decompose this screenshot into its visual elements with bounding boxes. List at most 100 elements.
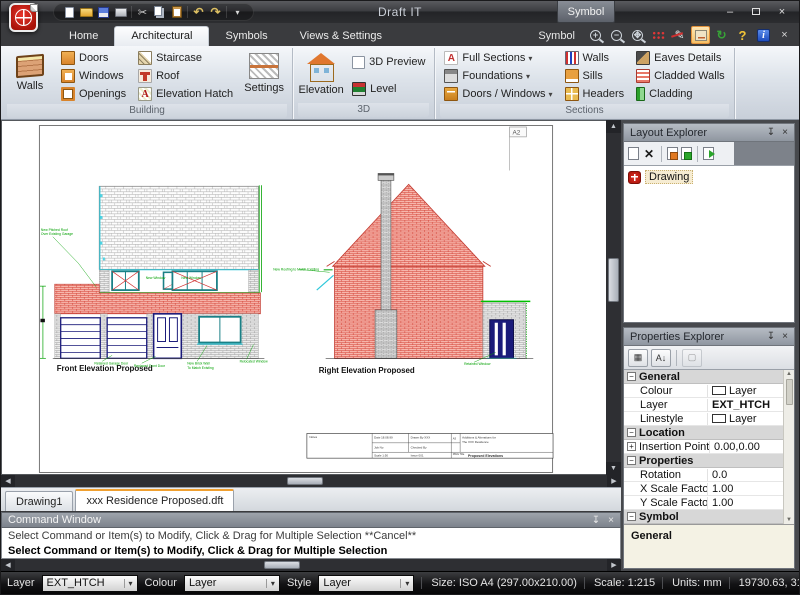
canvas-vertical-scrollbar[interactable]: ▲ ▼ xyxy=(606,120,621,475)
refresh-icon[interactable]: ↻ xyxy=(712,26,731,44)
copy-icon[interactable] xyxy=(151,4,168,20)
scroll-up-icon[interactable]: ▲ xyxy=(786,371,792,377)
collapse-icon[interactable]: − xyxy=(627,456,636,465)
tab-architectural[interactable]: Architectural xyxy=(114,26,209,46)
vertical-scroll-thumb[interactable] xyxy=(608,258,619,302)
grid-scroll-thumb[interactable] xyxy=(786,379,793,405)
canvas-horizontal-scrollbar[interactable]: ◀ ▶ xyxy=(1,475,621,487)
eaves-details-button[interactable]: Eaves Details xyxy=(632,49,729,67)
doc-tab-drawing1[interactable]: Drawing1 xyxy=(5,491,73,511)
paste-icon[interactable] xyxy=(168,4,185,20)
category-properties[interactable]: −Properties xyxy=(624,454,783,468)
drawing-canvas[interactable]: A2 xyxy=(1,120,606,475)
windows-button[interactable]: Windows xyxy=(57,67,130,85)
alphabetical-sort-icon[interactable]: A↓ xyxy=(651,349,671,367)
property-row-rotation[interactable]: Rotation0.0 xyxy=(624,468,783,482)
command-window-titlebar[interactable]: Command Window ↧× xyxy=(1,512,621,528)
refresh-layout-icon[interactable] xyxy=(681,147,692,160)
headers-button[interactable]: Headers xyxy=(561,85,629,103)
scroll-down-icon[interactable]: ▼ xyxy=(786,517,792,523)
open-file-icon[interactable] xyxy=(78,4,95,20)
categorized-view-icon[interactable]: ▦ xyxy=(628,349,648,367)
layout-explorer-titlebar[interactable]: Layout Explorer ↧× xyxy=(624,124,794,142)
cladding-button[interactable]: Cladding xyxy=(632,85,729,103)
property-row-linestyle[interactable]: LinestyleLayer xyxy=(624,412,783,426)
command-scrollbar[interactable]: ◀ ▶ xyxy=(1,559,621,571)
cut-icon[interactable]: ✂ xyxy=(134,4,151,20)
property-row-colour[interactable]: ColourLayer xyxy=(624,384,783,398)
delete-layout-icon[interactable]: ✕ xyxy=(642,147,656,161)
contextual-tab-group-header[interactable]: Symbol xyxy=(557,1,615,23)
cladded-walls-button[interactable]: Cladded Walls xyxy=(632,67,729,85)
property-row-insertion-point[interactable]: +Insertion Point0.00,0.00 xyxy=(624,440,783,454)
sills-button[interactable]: Sills xyxy=(561,67,629,85)
category-symbol[interactable]: −Symbol xyxy=(624,510,783,524)
horizontal-scroll-thumb[interactable] xyxy=(264,561,300,569)
elevation-hatch-button[interactable]: AElevation Hatch xyxy=(134,85,237,103)
tab-views-settings[interactable]: Views & Settings xyxy=(284,27,398,46)
info-icon[interactable]: i xyxy=(754,26,773,44)
property-row-yscale[interactable]: Y Scale Factor1.00 xyxy=(624,496,783,510)
collapse-icon[interactable]: − xyxy=(627,428,636,437)
pin-icon[interactable]: ↧ xyxy=(592,515,600,526)
settings-button[interactable]: Settings xyxy=(239,48,289,104)
zoom-extents-icon[interactable]: ✥ xyxy=(628,26,647,44)
doors-windows-button[interactable]: Doors / Windows▾ xyxy=(440,85,556,103)
tab-symbol-contextual[interactable]: Symbol xyxy=(528,30,585,46)
full-sections-button[interactable]: AFull Sections▾ xyxy=(440,49,556,67)
tab-symbols[interactable]: Symbols xyxy=(209,27,283,46)
snap-grid-icon[interactable] xyxy=(649,26,668,44)
style-dropdown[interactable]: Layer▾ xyxy=(318,575,414,592)
collapse-icon[interactable]: − xyxy=(627,512,636,521)
level-button[interactable]: Level xyxy=(348,80,429,98)
staircase-button[interactable]: Staircase xyxy=(134,49,237,67)
drawing-sheet-icon[interactable] xyxy=(691,26,710,44)
tab-home[interactable]: Home xyxy=(53,27,114,46)
property-row-layer[interactable]: LayerEXT_HTCH xyxy=(624,398,783,412)
application-menu-button[interactable] xyxy=(9,3,43,37)
close-panel-icon[interactable]: × xyxy=(782,331,788,342)
expand-icon[interactable]: + xyxy=(627,442,636,451)
sketch-mode-icon[interactable]: ✎ xyxy=(670,26,689,44)
zoom-out-icon[interactable]: − xyxy=(607,26,626,44)
pin-icon[interactable]: ↧ xyxy=(767,331,775,342)
openings-button[interactable]: Openings xyxy=(57,85,130,103)
zoom-in-icon[interactable]: + xyxy=(586,26,605,44)
new-file-icon[interactable] xyxy=(61,4,78,20)
scroll-up-icon[interactable]: ▲ xyxy=(606,120,621,133)
maximize-button[interactable] xyxy=(745,4,767,19)
close-panel-icon[interactable]: × xyxy=(782,127,788,138)
collapse-icon[interactable]: − xyxy=(627,372,636,381)
doc-tab-residence[interactable]: xxx Residence Proposed.dft xyxy=(75,489,234,511)
close-ribbon-icon[interactable]: × xyxy=(775,26,794,44)
foundations-button[interactable]: Foundations▾ xyxy=(440,67,556,85)
grid-scrollbar[interactable]: ▲▼ xyxy=(783,370,794,524)
export-layout-icon[interactable] xyxy=(703,147,714,160)
doors-button[interactable]: Doors xyxy=(57,49,130,67)
layout-tree[interactable]: Drawing xyxy=(624,166,794,322)
close-button[interactable]: × xyxy=(771,4,793,19)
redo-icon[interactable]: ↷ xyxy=(207,4,224,20)
new-layout-icon[interactable] xyxy=(628,147,639,160)
scroll-left-icon[interactable]: ◀ xyxy=(1,559,15,571)
3d-preview-button[interactable]: 3D Preview xyxy=(348,53,429,71)
property-row-xscale[interactable]: X Scale Factor1.00 xyxy=(624,482,783,496)
import-layout-icon[interactable] xyxy=(667,147,678,160)
layout-tree-item-drawing[interactable]: Drawing xyxy=(628,170,790,184)
roof-button[interactable]: Roof xyxy=(134,67,237,85)
command-history[interactable]: Select Command or Item(s) to Modify, Cli… xyxy=(1,528,621,559)
scroll-down-icon[interactable]: ▼ xyxy=(606,462,621,475)
qat-customize-dropdown-icon[interactable]: ▾ xyxy=(229,4,246,20)
scroll-right-icon[interactable]: ▶ xyxy=(607,475,621,487)
undo-icon[interactable]: ↶ xyxy=(190,4,207,20)
save-file-icon[interactable] xyxy=(95,4,112,20)
walls-button[interactable]: Walls xyxy=(5,48,55,104)
walls-section-button[interactable]: Walls xyxy=(561,49,629,67)
elevation-button[interactable]: Elevation xyxy=(296,48,346,103)
help-icon[interactable]: ? xyxy=(733,26,752,44)
drawing-paper[interactable]: A2 xyxy=(38,125,554,473)
minimize-button[interactable]: – xyxy=(719,4,741,19)
colour-dropdown[interactable]: Layer▾ xyxy=(184,575,280,592)
print-icon[interactable] xyxy=(112,4,129,20)
layer-dropdown[interactable]: EXT_HTCH▾ xyxy=(42,575,138,592)
